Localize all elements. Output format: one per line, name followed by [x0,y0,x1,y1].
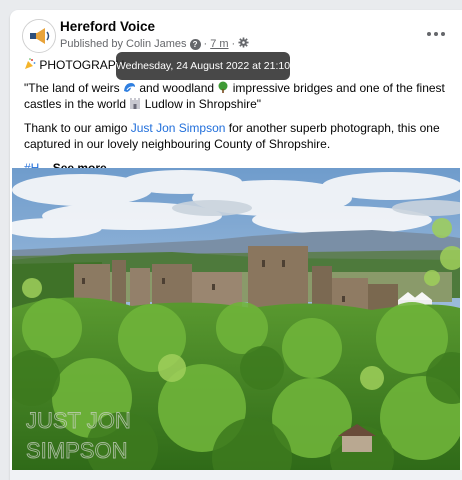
post-title: PHOTOGRAPH [39,58,125,72]
party-popper-icon [24,58,36,73]
tree-icon [217,81,229,96]
post-meta: Published by Colin James ? · 7 m · [60,37,249,51]
timestamp-tooltip: Wednesday, 24 August 2022 at 21:10 [116,52,290,80]
meta-separator: · [203,38,208,50]
gear-icon[interactable] [238,37,249,51]
more-horizontal-icon [427,32,431,36]
watermark-line-1: JUST JON [26,408,131,433]
published-prefix: Published by [60,38,123,50]
timestamp-link[interactable]: 7 m [210,38,228,50]
quote-part-2: and woodland [139,81,215,95]
author-name[interactable]: Colin James [126,38,187,50]
watermark-line-2: SIMPSON [26,438,127,463]
question-icon[interactable]: ? [189,38,201,50]
page-avatar-megaphone-icon[interactable] [22,19,56,53]
photographer-link[interactable]: Just Jon Simpson [131,121,226,135]
castle-icon [129,97,141,112]
quote-part-4: Ludlow in Shropshire" [144,97,262,111]
quote-part-1: "The land of weirs [24,81,120,95]
post-footer-divider [10,470,462,480]
page-name-link[interactable]: Hereford Voice [60,19,155,34]
post-photo[interactable]: JUST JON SIMPSON [12,168,460,470]
meta-separator-2: · [231,38,236,50]
wave-icon [123,81,136,96]
thanks-prefix: Thank to our amigo [24,121,128,135]
more-options-button[interactable] [422,24,450,44]
post-card: Hereford Voice Published by Colin James … [10,10,462,480]
